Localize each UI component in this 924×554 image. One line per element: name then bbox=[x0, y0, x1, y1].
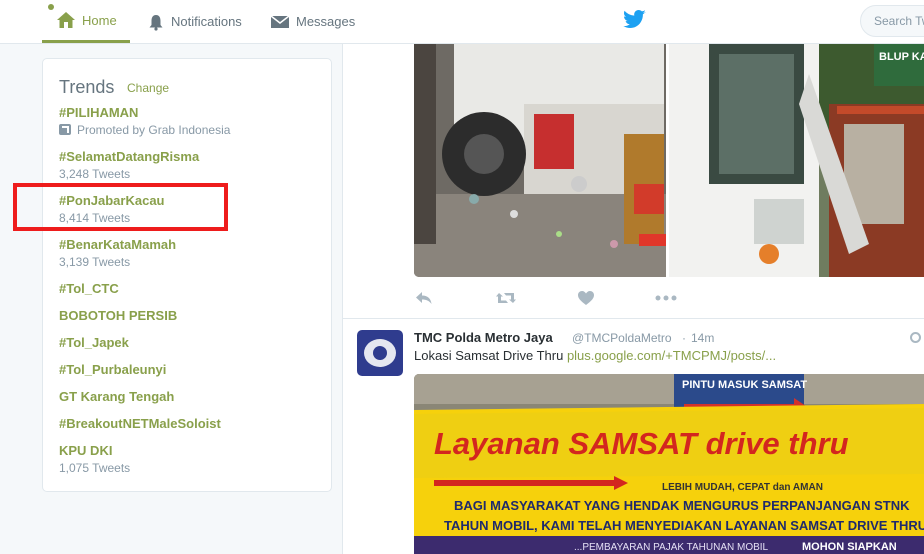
trend-tag[interactable]: #SelamatDatangRisma bbox=[59, 149, 319, 165]
nav-home-label: Home bbox=[82, 12, 117, 28]
tweet-photo-right[interactable]: BLUP KARAWAN bbox=[669, 44, 924, 277]
top-navigation-bar: Home Notifications Messages Search Tw bbox=[0, 0, 924, 44]
banner-line-4: MOHON SIAPKAN bbox=[802, 541, 897, 553]
trend-item[interactable]: GT Karang Tengah bbox=[59, 389, 319, 405]
avatar[interactable] bbox=[357, 330, 403, 376]
photo-sign-text: BLUP KARAWAN bbox=[879, 51, 924, 63]
trend-tag[interactable]: #Tol_CTC bbox=[59, 281, 319, 297]
trend-tag[interactable]: #Tol_Japek bbox=[59, 335, 319, 351]
nav-messages-tab[interactable]: Messages bbox=[270, 0, 355, 43]
trend-tag[interactable]: #PILIHAMAN bbox=[59, 105, 319, 121]
highlight-annotation-box bbox=[13, 183, 228, 231]
trend-item[interactable]: #PILIHAMAN Promoted by Grab Indonesia bbox=[59, 105, 319, 138]
nav-home-tab[interactable]: Home bbox=[42, 0, 130, 43]
tweet-text: Lokasi Samsat Drive Thru plus.google.com… bbox=[414, 348, 776, 363]
trend-item[interactable]: #Tol_Purbaleunyi bbox=[59, 362, 319, 378]
samsat-banner-photo: PINTU MASUK SAMSAT Layanan SAMSAT drive … bbox=[414, 374, 924, 554]
tweet-author-handle[interactable]: @TMCPoldaMetro bbox=[572, 331, 672, 345]
tweet-photo-banner[interactable]: PINTU MASUK SAMSAT Layanan SAMSAT drive … bbox=[414, 374, 924, 554]
banner-headline: Layanan SAMSAT drive thru bbox=[434, 426, 849, 461]
envelope-icon bbox=[270, 14, 290, 28]
trend-item[interactable]: KPU DKI 1,075 Tweets bbox=[59, 443, 319, 476]
banner-line-1: BAGI MASYARAKAT YANG HENDAK MENGURUS PER… bbox=[454, 498, 910, 513]
police-logo-icon bbox=[364, 339, 396, 367]
trends-title: Trends bbox=[59, 77, 115, 97]
trend-tag[interactable]: BOBOTOH PERSIB bbox=[59, 308, 319, 324]
search-placeholder: Search Tw bbox=[874, 14, 924, 28]
trend-meta: Promoted by Grab Indonesia bbox=[77, 123, 231, 137]
tweet-actions bbox=[415, 290, 715, 308]
trend-item[interactable]: #Tol_Japek bbox=[59, 335, 319, 351]
more-options-icon[interactable] bbox=[655, 290, 677, 306]
trend-tag[interactable]: #BreakoutNETMaleSoloist bbox=[59, 416, 319, 432]
trend-item[interactable]: #SelamatDatangRisma 3,248 Tweets bbox=[59, 149, 319, 182]
bus-photo: BLUP KARAWAN bbox=[669, 44, 924, 277]
trend-item[interactable]: BOBOTOH PERSIB bbox=[59, 308, 319, 324]
trend-tag[interactable]: GT Karang Tengah bbox=[59, 389, 319, 405]
search-input[interactable]: Search Tw bbox=[860, 5, 924, 37]
globe-icon bbox=[910, 332, 921, 343]
trend-meta: 3,248 Tweets bbox=[59, 167, 131, 181]
promoted-icon bbox=[59, 124, 71, 135]
trend-item[interactable]: #Tol_CTC bbox=[59, 281, 319, 297]
nav-notifications-label: Notifications bbox=[171, 14, 242, 29]
trend-meta: 3,139 Tweets bbox=[59, 255, 131, 269]
tweet-timestamp[interactable]: 14m bbox=[691, 331, 714, 345]
retweet-icon[interactable] bbox=[495, 290, 517, 306]
reply-icon[interactable] bbox=[415, 290, 433, 306]
trend-item[interactable]: #BreakoutNETMaleSoloist bbox=[59, 416, 319, 432]
twitter-bird-icon[interactable] bbox=[623, 9, 647, 31]
nav-messages-label: Messages bbox=[296, 14, 356, 29]
tweet-photo-left[interactable] bbox=[414, 44, 666, 277]
banner-line-2: TAHUN MOBIL, KAMI TELAH MENYEDIAKAN LAYA… bbox=[444, 518, 924, 533]
trend-tag[interactable]: #BenarKataMamah bbox=[59, 237, 319, 253]
tweet-link[interactable]: plus.google.com/+TMCPMJ/posts/... bbox=[567, 348, 776, 363]
like-heart-icon[interactable] bbox=[577, 290, 595, 306]
trend-item[interactable]: #BenarKataMamah 3,139 Tweets bbox=[59, 237, 319, 270]
home-icon bbox=[57, 12, 75, 28]
trends-module: Trends Change #PILIHAMAN Promoted by Gra… bbox=[42, 58, 332, 492]
tweet-separator-dot: · bbox=[682, 331, 686, 345]
timeline-stream: BLUP KARAWAN TMC Polda Metro Jaya @TMCPo… bbox=[342, 44, 924, 554]
banner-subline: LEBIH MUDAH, CEPAT dan AMAN bbox=[662, 482, 823, 493]
banner-line-3: ...PEMBAYARAN PAJAK TAHUNAN MOBIL bbox=[574, 542, 769, 553]
nav-notifications-tab[interactable]: Notifications bbox=[147, 0, 242, 43]
tweet-divider bbox=[343, 318, 924, 319]
crash-photo bbox=[414, 44, 666, 277]
trend-promoted: Promoted by Grab Indonesia bbox=[59, 122, 319, 138]
tweet-author-name[interactable]: TMC Polda Metro Jaya bbox=[414, 330, 553, 345]
trend-meta: 1,075 Tweets bbox=[59, 461, 131, 475]
tweet-body: Lokasi Samsat Drive Thru bbox=[414, 348, 567, 363]
trend-tag[interactable]: #Tol_Purbaleunyi bbox=[59, 362, 319, 378]
trend-tag[interactable]: KPU DKI bbox=[59, 443, 319, 459]
banner-sign-text: PINTU MASUK SAMSAT bbox=[682, 379, 807, 391]
bell-icon bbox=[149, 14, 163, 31]
trends-change-link[interactable]: Change bbox=[127, 81, 169, 95]
